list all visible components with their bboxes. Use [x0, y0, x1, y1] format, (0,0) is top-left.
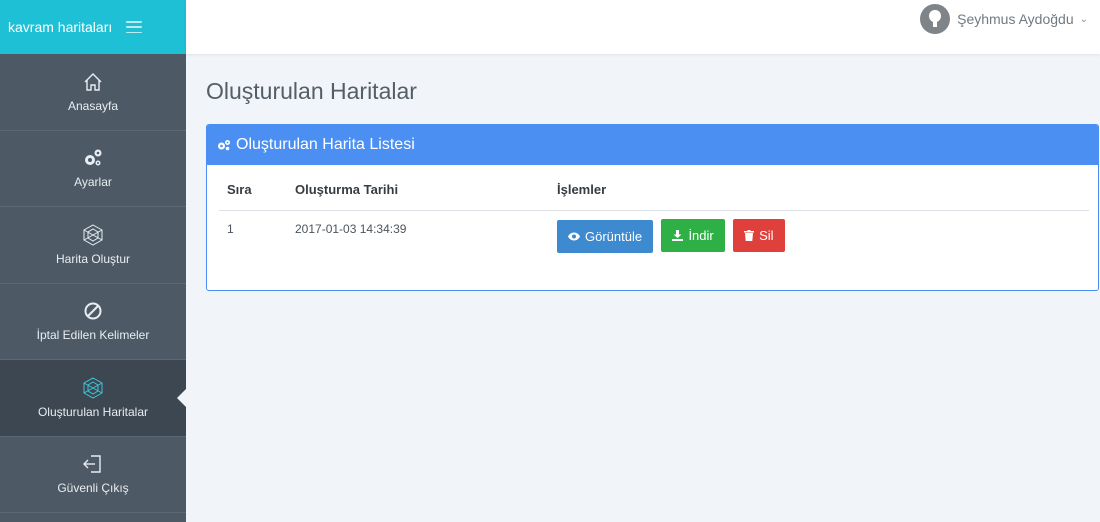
user-name[interactable]: Şeyhmus Aydoğdu: [957, 11, 1074, 27]
sidebar-item-iptal-edilen-kelimeler[interactable]: İptal Edilen Kelimeler: [0, 284, 186, 360]
eye-icon: [568, 232, 580, 241]
row-actions: Görüntüle İndir Sil: [557, 210, 1089, 253]
ban-icon: [82, 300, 104, 322]
download-button[interactable]: İndir: [661, 218, 725, 252]
map-list-panel: Oluşturulan Harita Listesi Sıra Oluşturm…: [206, 124, 1099, 291]
sidebar-item-anasayfa[interactable]: Anasayfa: [0, 54, 186, 131]
view-button[interactable]: Görüntüle: [557, 219, 654, 253]
sidebar-item-olusturulan-haritalar[interactable]: Oluşturulan Haritalar: [0, 360, 186, 437]
view-button-label: Görüntüle: [585, 228, 643, 244]
gears-icon: [82, 147, 104, 169]
sidebar-item-label: Güvenli Çıkış: [57, 481, 129, 496]
trash-icon: [744, 229, 755, 241]
sidebar-item-label: İptal Edilen Kelimeler: [36, 328, 150, 343]
table-header-row: Sıra Oluşturma Tarihi İşlemler: [219, 169, 1089, 211]
row-date: 2017-01-03 14:34:39: [295, 221, 407, 236]
panel-title: Oluşturulan Harita Listesi: [236, 136, 415, 153]
chevron-down-icon[interactable]: ⌄: [1080, 14, 1088, 25]
sidebar: kavram haritaları Anasayfa Ayarlar Harit…: [0, 0, 186, 522]
logout-icon: [82, 453, 104, 475]
brand-bar: kavram haritaları: [0, 0, 186, 54]
download-button-label: İndir: [688, 227, 714, 243]
avatar[interactable]: [920, 4, 951, 34]
column-header-tarih: Oluşturma Tarihi: [295, 169, 557, 211]
download-icon: [672, 229, 684, 241]
sidebar-item-label: Oluşturulan Haritalar: [37, 404, 149, 419]
sidebar-item-guvenli-cikis[interactable]: Güvenli Çıkış: [0, 437, 186, 513]
home-icon: [82, 71, 104, 93]
sidebar-item-harita-olustur[interactable]: Harita Oluştur: [0, 207, 186, 284]
map-network-icon: [82, 224, 104, 246]
gears-icon: [217, 139, 231, 151]
delete-button-label: Sil: [759, 227, 774, 243]
user-menu[interactable]: Şeyhmus Aydoğdu ⌄: [920, 4, 1088, 34]
sidebar-item-label: Ayarlar: [74, 175, 112, 190]
brand-name[interactable]: kavram haritaları: [8, 19, 112, 35]
table-row: 1 2017-01-03 14:34:39 Görüntüle İndir Si…: [219, 210, 1089, 253]
sidebar-item-label: Anasayfa: [67, 98, 119, 113]
column-header-islemler: İşlemler: [557, 169, 1089, 211]
column-header-sira: Sıra: [219, 169, 295, 211]
sidebar-item-ayarlar[interactable]: Ayarlar: [0, 131, 186, 207]
menu-toggle-icon[interactable]: [126, 21, 143, 33]
page-title: Oluşturulan Haritalar: [206, 78, 417, 104]
panel-heading: Oluşturulan Harita Listesi: [207, 125, 1098, 165]
map-table: Sıra Oluşturma Tarihi İşlemler 1 2017-01…: [219, 169, 1089, 253]
sidebar-item-label: Harita Oluştur: [55, 251, 131, 266]
delete-button[interactable]: Sil: [733, 218, 785, 252]
map-network-icon: [82, 377, 104, 399]
top-bar: Şeyhmus Aydoğdu ⌄: [186, 0, 1100, 54]
row-index: 1: [227, 221, 234, 236]
